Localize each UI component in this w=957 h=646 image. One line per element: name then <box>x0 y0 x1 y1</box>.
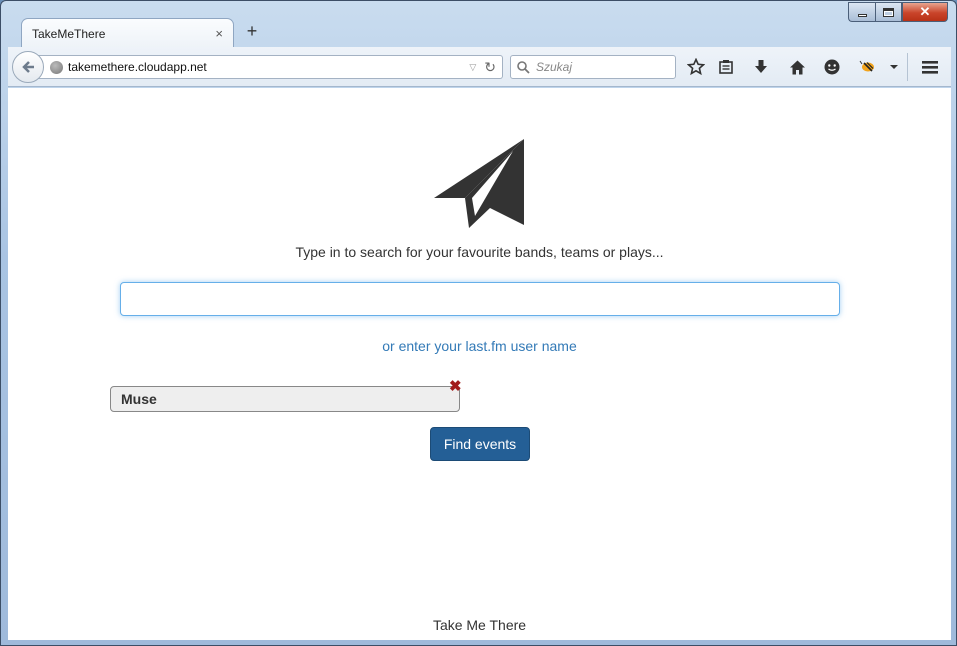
paper-plane-logo-icon <box>434 139 524 228</box>
footer-text: Take Me There <box>432 617 527 633</box>
window-close-button[interactable]: ✕ <box>902 2 948 22</box>
minimize-icon <box>857 13 867 17</box>
url-bar[interactable]: takemethere.cloudapp.net ▽ ↻ <box>38 55 503 79</box>
new-tab-icon[interactable]: + <box>243 21 261 42</box>
chat-icon[interactable] <box>822 57 842 77</box>
tab-close-icon[interactable]: × <box>215 26 223 41</box>
lastfm-username-link[interactable]: or enter your last.fm user name <box>8 338 951 354</box>
window-controls: ✕ <box>848 2 948 22</box>
hamburger-menu-icon[interactable] <box>920 57 940 77</box>
page-content: Type in to search for your favourite ban… <box>8 88 951 640</box>
home-icon[interactable] <box>787 57 807 77</box>
reading-list-icon[interactable] <box>716 57 736 77</box>
bug-addon-icon[interactable] <box>858 57 878 77</box>
back-button[interactable] <box>12 51 44 83</box>
reload-icon[interactable]: ↻ <box>484 59 496 76</box>
page-tagline: Type in to search for your favourite ban… <box>295 244 664 260</box>
maximize-button[interactable] <box>875 2 902 22</box>
toolbar-separator <box>907 53 908 81</box>
url-text[interactable]: takemethere.cloudapp.net <box>68 60 469 74</box>
browser-window: ✕ TakeMeThere × + takemethere.cloudapp.n… <box>0 0 957 646</box>
artist-search-input[interactable] <box>120 282 840 316</box>
download-icon[interactable] <box>751 57 771 77</box>
find-events-button[interactable]: Find events <box>430 427 530 461</box>
search-icon <box>517 60 530 74</box>
addon-menu-chevron-icon[interactable] <box>884 57 904 77</box>
search-bar[interactable]: Szukaj <box>510 55 676 79</box>
remove-chip-icon[interactable]: ✖ <box>449 377 462 395</box>
back-arrow-icon <box>22 61 34 73</box>
tab-title: TakeMeThere <box>32 26 106 41</box>
tab-takemethere[interactable]: TakeMeThere × <box>21 18 234 48</box>
close-icon: ✕ <box>919 4 931 19</box>
navigation-toolbar: takemethere.cloudapp.net ▽ ↻ Szukaj <box>8 47 951 87</box>
selected-artist-chip: Muse <box>110 386 460 412</box>
maximize-icon <box>883 7 894 17</box>
search-placeholder: Szukaj <box>536 60 573 74</box>
globe-icon <box>50 60 63 74</box>
bookmark-star-icon[interactable] <box>686 57 706 77</box>
minimize-button[interactable] <box>848 2 875 22</box>
url-history-dropdown-icon[interactable]: ▽ <box>469 62 476 73</box>
